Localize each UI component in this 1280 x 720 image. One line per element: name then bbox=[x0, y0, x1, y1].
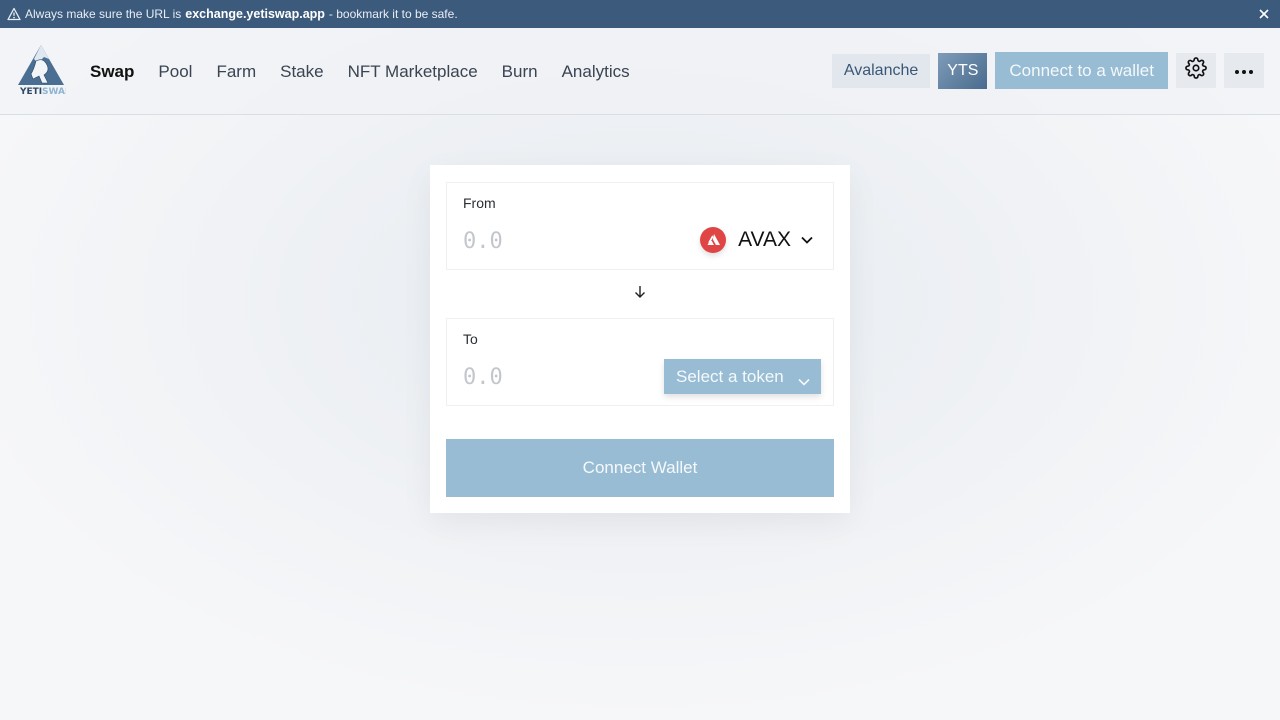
warning-triangle-icon bbox=[7, 7, 21, 21]
nav-swap[interactable]: Swap bbox=[90, 62, 134, 82]
nav-farm[interactable]: Farm bbox=[216, 62, 256, 82]
nav-analytics[interactable]: Analytics bbox=[562, 62, 630, 82]
settings-button[interactable] bbox=[1176, 53, 1216, 88]
gear-icon bbox=[1185, 57, 1207, 84]
select-token-button[interactable]: Select a token bbox=[664, 359, 821, 394]
to-label: To bbox=[463, 331, 478, 347]
close-icon[interactable] bbox=[1256, 6, 1272, 22]
header-actions: Avalanche YTS Connect to a wallet bbox=[831, 52, 1264, 89]
from-token-select[interactable]: AVAX bbox=[700, 225, 813, 255]
header: YETI SWAP Swap Pool Farm Stake NFT Marke… bbox=[0, 28, 1280, 115]
from-token-name: AVAX bbox=[738, 228, 791, 251]
from-panel: From AVAX bbox=[446, 182, 834, 270]
more-dots-icon bbox=[1234, 62, 1254, 80]
nav-stake[interactable]: Stake bbox=[280, 62, 323, 82]
chevron-down-icon bbox=[798, 371, 810, 391]
to-amount-input[interactable] bbox=[463, 363, 643, 391]
avax-icon bbox=[700, 227, 727, 253]
to-panel: To Select a token bbox=[446, 318, 834, 406]
more-button[interactable] bbox=[1224, 53, 1264, 88]
from-label: From bbox=[463, 195, 496, 211]
yts-token-button[interactable]: YTS bbox=[938, 52, 988, 89]
from-amount-input[interactable] bbox=[463, 227, 643, 255]
warning-banner: Always make sure the URL is exchange.yet… bbox=[0, 0, 1280, 28]
yetiswap-logo[interactable]: YETI SWAP bbox=[16, 43, 72, 97]
connect-to-wallet-button[interactable]: Connect to a wallet bbox=[995, 52, 1168, 89]
nav-nft-marketplace[interactable]: NFT Marketplace bbox=[348, 62, 478, 82]
main-nav: Swap Pool Farm Stake NFT Marketplace Bur… bbox=[90, 28, 654, 115]
banner-prefix: Always make sure the URL is bbox=[25, 7, 182, 21]
logo-text-swap: SWAP bbox=[42, 87, 66, 95]
swap-direction-arrow-icon[interactable] bbox=[633, 285, 647, 299]
nav-pool[interactable]: Pool bbox=[158, 62, 192, 82]
swap-card: From AVAX To Select a token Connect Wall… bbox=[430, 165, 850, 513]
connect-wallet-button[interactable]: Connect Wallet bbox=[446, 439, 834, 497]
chevron-down-icon bbox=[801, 231, 813, 249]
select-token-label: Select a token bbox=[676, 366, 784, 386]
banner-url: exchange.yetiswap.app bbox=[185, 7, 325, 21]
nav-burn[interactable]: Burn bbox=[502, 62, 538, 82]
network-button[interactable]: Avalanche bbox=[831, 53, 931, 88]
banner-suffix: - bookmark it to be safe. bbox=[328, 7, 458, 21]
logo-text-yeti: YETI bbox=[19, 87, 42, 95]
